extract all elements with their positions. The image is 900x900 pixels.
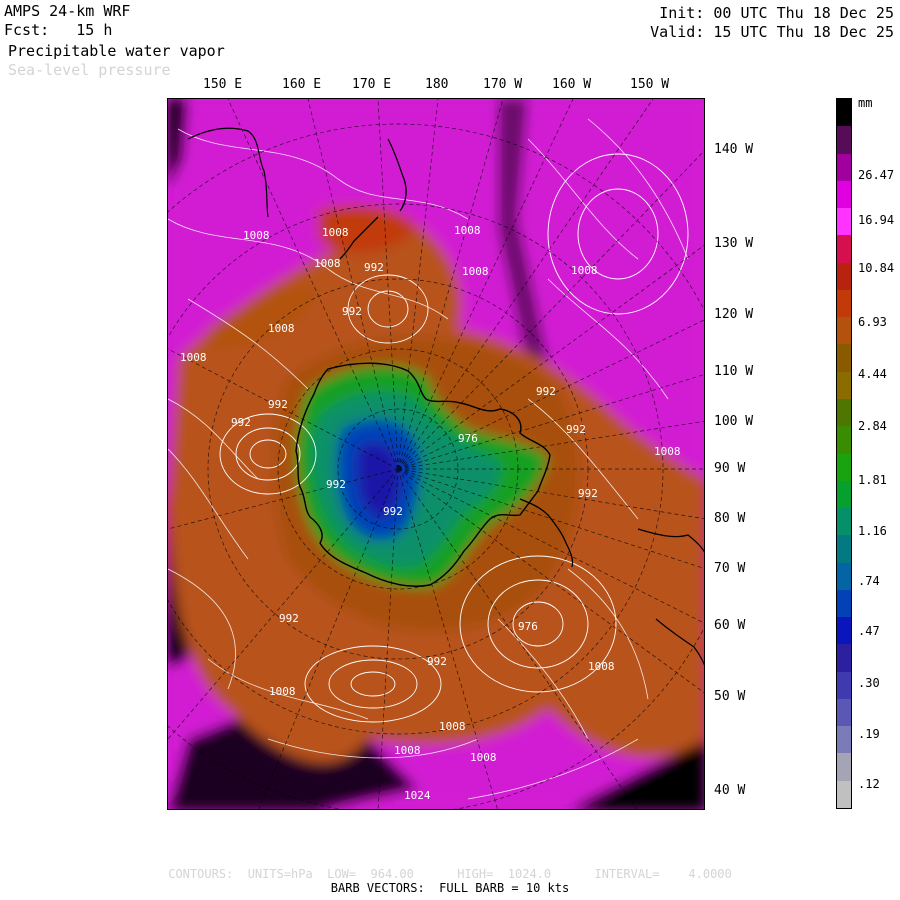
forecast-hour: Fcst: 15 h bbox=[4, 21, 113, 39]
lon-label: 160 W bbox=[552, 77, 592, 92]
pressure-label: 992 bbox=[268, 398, 288, 411]
pressure-label: 992 bbox=[364, 261, 384, 274]
pressure-label: 976 bbox=[458, 432, 478, 445]
lat-label: 40 W bbox=[714, 783, 746, 798]
pressure-label: 1008 bbox=[394, 744, 421, 757]
colorbar-swatch bbox=[837, 753, 851, 782]
pressure-label: 1008 bbox=[654, 445, 681, 458]
pwv-map-panel: 1008 1008 1008 1008 1008 1008 1008 1008 … bbox=[167, 98, 705, 810]
pressure-label: 992 bbox=[536, 385, 556, 398]
legend-label: .19 bbox=[858, 727, 880, 741]
pwv-field-svg: 1008 1008 1008 1008 1008 1008 1008 1008 … bbox=[168, 99, 704, 809]
pressure-label: 1008 bbox=[322, 226, 349, 239]
legend-label: 4.44 bbox=[858, 367, 887, 381]
pressure-label: 992 bbox=[566, 423, 586, 436]
lon-label: 170 W bbox=[483, 77, 523, 92]
legend-unit: mm bbox=[858, 96, 873, 110]
colorbar-swatch bbox=[837, 535, 851, 564]
colorbar-swatch bbox=[837, 235, 851, 264]
barb-info: BARB VECTORS: FULL BARB = 10 kts bbox=[330, 881, 570, 895]
colorbar-swatch bbox=[837, 453, 851, 482]
pressure-label: 1024 bbox=[404, 789, 431, 802]
legend-label: 1.16 bbox=[858, 524, 887, 538]
colorbar-swatch bbox=[837, 317, 851, 345]
lon-label: 180 bbox=[425, 77, 449, 92]
lat-label: 140 W bbox=[714, 142, 754, 157]
lon-label: 170 E bbox=[352, 77, 392, 92]
legend-label: .30 bbox=[858, 676, 880, 690]
lat-label: 60 W bbox=[714, 618, 746, 633]
pressure-label: 1008 bbox=[439, 720, 466, 733]
lat-label: 70 W bbox=[714, 561, 746, 576]
colorbar-swatch bbox=[837, 671, 851, 700]
pressure-label: 992 bbox=[326, 478, 346, 491]
legend-label: 26.47 bbox=[858, 168, 895, 182]
legend-label: .47 bbox=[858, 624, 880, 638]
colorbar-swatch bbox=[837, 426, 851, 454]
colorbar-swatch bbox=[837, 344, 851, 373]
pressure-label: 992 bbox=[383, 505, 403, 518]
colorbar-swatch bbox=[837, 617, 851, 645]
pwv-colorbar bbox=[836, 98, 852, 809]
pressure-label: 1008 bbox=[180, 351, 207, 364]
colorbar-swatch bbox=[837, 644, 851, 673]
colorbar-swatch bbox=[837, 562, 851, 591]
lon-label: 150 E bbox=[203, 77, 243, 92]
model-title: AMPS 24-km WRF bbox=[4, 2, 131, 20]
valid-time: Valid: 15 UTC Thu 18 Dec 25 bbox=[650, 23, 894, 41]
pressure-label: 976 bbox=[518, 620, 538, 633]
colorbar-swatch bbox=[837, 508, 851, 536]
lon-label: 160 E bbox=[282, 77, 322, 92]
colorbar-swatch bbox=[837, 780, 851, 809]
colorbar-swatch bbox=[837, 480, 851, 509]
field-title-pwv: Precipitable water vapor bbox=[8, 42, 225, 60]
colorbar-swatch bbox=[837, 589, 851, 618]
pressure-label: 992 bbox=[427, 655, 447, 668]
colorbar-swatch bbox=[837, 289, 851, 318]
pressure-label: 1008 bbox=[462, 265, 489, 278]
legend-label: 10.84 bbox=[858, 261, 895, 275]
legend-label: 6.93 bbox=[858, 315, 887, 329]
init-time: Init: 00 UTC Thu 18 Dec 25 bbox=[659, 4, 894, 22]
legend-label: 16.94 bbox=[858, 213, 895, 227]
pressure-label: 1008 bbox=[269, 685, 296, 698]
pressure-label: 1008 bbox=[243, 229, 270, 242]
legend-label: 1.81 bbox=[858, 473, 887, 487]
colorbar-swatch bbox=[837, 153, 851, 182]
legend-label: .12 bbox=[858, 777, 880, 791]
colorbar-swatch bbox=[837, 398, 851, 427]
colorbar-swatch bbox=[837, 126, 851, 155]
pressure-label: 1008 bbox=[314, 257, 341, 270]
legend-label: 2.84 bbox=[858, 419, 887, 433]
pressure-label: 1008 bbox=[470, 751, 497, 764]
lat-label: 100 W bbox=[714, 414, 754, 429]
legend-label: .74 bbox=[858, 574, 880, 588]
colorbar-swatch bbox=[837, 726, 851, 754]
pressure-label: 1008 bbox=[268, 322, 295, 335]
colorbar-swatch bbox=[837, 698, 851, 727]
colorbar-swatch bbox=[837, 371, 851, 400]
lat-label: 130 W bbox=[714, 236, 754, 251]
pressure-label: 1008 bbox=[571, 264, 598, 277]
pressure-label: 1008 bbox=[454, 224, 481, 237]
colorbar-swatch bbox=[837, 99, 851, 127]
lat-label: 110 W bbox=[714, 364, 754, 379]
pressure-label: 992 bbox=[342, 305, 362, 318]
lon-label: 150 W bbox=[630, 77, 670, 92]
field-title-slp: Sea-level pressure bbox=[8, 61, 171, 79]
contours-info: CONTOURS: UNITS=hPa LOW= 964.00 HIGH= 10… bbox=[168, 867, 732, 881]
pressure-label: 1008 bbox=[588, 660, 615, 673]
colorbar-swatch bbox=[837, 180, 851, 209]
pressure-label: 992 bbox=[279, 612, 299, 625]
lat-label: 90 W bbox=[714, 461, 746, 476]
lat-label: 80 W bbox=[714, 511, 746, 526]
colorbar-swatch bbox=[837, 208, 851, 236]
lat-label: 50 W bbox=[714, 689, 746, 704]
pressure-label: 992 bbox=[578, 487, 598, 500]
lat-label: 120 W bbox=[714, 307, 754, 322]
colorbar-swatch bbox=[837, 262, 851, 291]
pressure-label: 992 bbox=[231, 416, 251, 429]
